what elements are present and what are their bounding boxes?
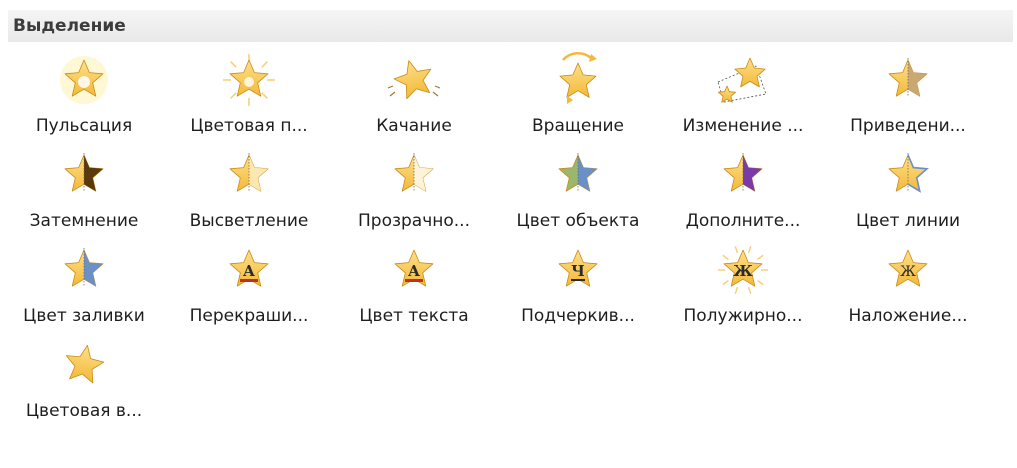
effect-item-15[interactable]: A Цвет текста	[332, 236, 496, 336]
effect-label: Качание	[376, 116, 452, 136]
effect-label: Пульсация	[35, 116, 133, 136]
svg-text:A: A	[407, 262, 420, 280]
effect-label: Прозрачно...	[358, 211, 470, 231]
effect-label: Цвет заливки	[23, 306, 145, 326]
wave-star-icon	[57, 337, 111, 391]
desaturate-star-icon	[881, 52, 935, 106]
effect-item-6[interactable]: Приведени...	[826, 46, 990, 146]
effect-item-13[interactable]: Цвет заливки	[2, 236, 166, 336]
effect-item-9[interactable]: Прозрачно...	[332, 141, 496, 241]
teeter-star-icon	[387, 52, 441, 106]
effect-label: Затемнение	[29, 211, 139, 231]
effect-label: Изменение ...	[682, 116, 804, 136]
animation-gallery-panel: Выделение Пульсация Цветовая п... Качание В…	[0, 0, 1017, 468]
darken-star-icon	[57, 147, 111, 201]
effect-label: Подчеркив...	[521, 306, 635, 326]
pulse-star-icon	[57, 52, 111, 106]
section-header-emphasis: Выделение	[8, 10, 1013, 42]
effect-label: Цветовая п...	[190, 116, 308, 136]
effect-label: Вращение	[532, 116, 624, 136]
font-color-star-icon: A	[387, 242, 441, 296]
effect-item-7[interactable]: Затемнение	[2, 141, 166, 241]
effect-label: Цвет объекта	[516, 211, 640, 231]
transparency-star-icon	[387, 147, 441, 201]
effect-label: Перекраши...	[189, 306, 309, 326]
effect-label: Дополните...	[685, 211, 801, 231]
object-color-star-icon	[551, 147, 605, 201]
brush-color-star-icon: A	[222, 242, 276, 296]
effect-item-3[interactable]: Качание	[332, 46, 496, 146]
line-color-star-icon	[881, 147, 935, 201]
effect-label: Цвет линии	[855, 211, 961, 231]
color-pulse-star-icon	[222, 52, 276, 106]
effect-item-1[interactable]: Пульсация	[2, 46, 166, 146]
fill-color-star-icon	[57, 242, 111, 296]
complementary-color-star-icon	[716, 147, 770, 201]
effect-label: Цвет текста	[359, 306, 469, 326]
effect-item-5[interactable]: Изменение ...	[661, 46, 825, 146]
lighten-star-icon	[222, 147, 276, 201]
effect-item-18[interactable]: Ж Наложение...	[826, 236, 990, 336]
effect-item-17[interactable]: Ж Полужирно...	[661, 236, 825, 336]
underline-star-icon: Ч	[551, 242, 605, 296]
svg-text:Ч: Ч	[571, 262, 585, 280]
effect-item-8[interactable]: Высветление	[167, 141, 331, 241]
svg-text:Ж: Ж	[733, 262, 753, 280]
effect-label: Наложение...	[848, 306, 968, 326]
effect-item-12[interactable]: Цвет линии	[826, 141, 990, 241]
effect-label: Высветление	[189, 211, 309, 231]
effect-item-19[interactable]: Цветовая в...	[2, 331, 166, 431]
svg-text:A: A	[242, 262, 255, 280]
effect-item-14[interactable]: A Перекраши...	[167, 236, 331, 336]
effect-label: Полужирно...	[683, 306, 803, 326]
spin-star-icon	[551, 51, 605, 106]
effect-label: Приведени...	[850, 116, 966, 136]
effect-item-11[interactable]: Дополните...	[661, 141, 825, 241]
effect-item-4[interactable]: Вращение	[496, 46, 660, 146]
bold-flash-star-icon: Ж	[716, 242, 770, 296]
svg-text:Ж: Ж	[900, 264, 916, 280]
effect-item-2[interactable]: Цветовая п...	[167, 46, 331, 146]
effect-item-16[interactable]: Ч Подчеркив...	[496, 236, 660, 336]
effect-label: Цветовая в...	[25, 401, 143, 421]
bold-reveal-star-icon: Ж	[881, 242, 935, 296]
grow-shrink-star-icon	[716, 52, 770, 106]
effect-item-10[interactable]: Цвет объекта	[496, 141, 660, 241]
